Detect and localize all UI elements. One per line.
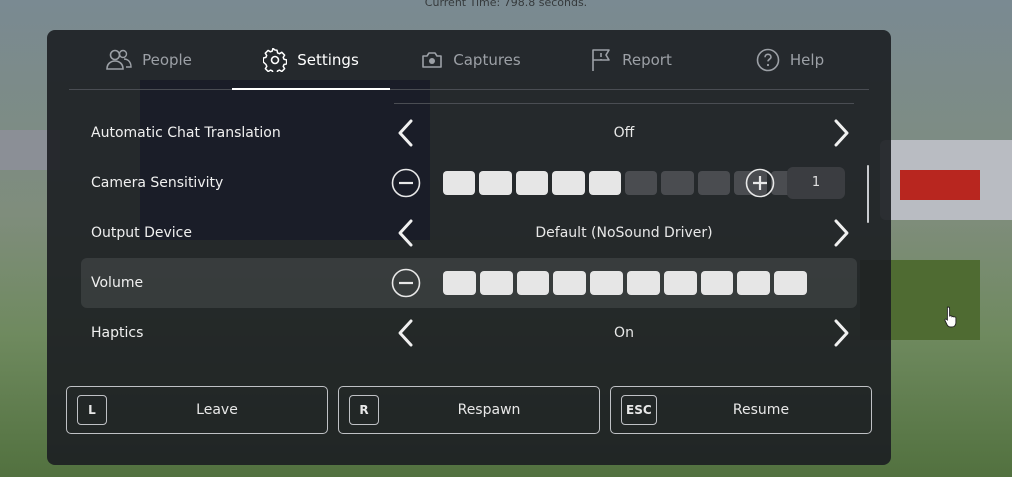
tab-help-label: Help [789,50,825,69]
volume-segment[interactable] [553,271,587,295]
tab-people[interactable]: People [69,30,229,89]
sensitivity-segment[interactable] [479,171,512,195]
setting-row-output-device: Output Device Default (NoSound Driver) [81,208,857,258]
flag-icon [592,48,610,71]
haptics-label: Haptics [91,325,144,341]
tab-settings-label: Settings [297,50,359,69]
camera-icon [422,51,443,68]
settings-scrollbar[interactable] [867,165,869,223]
chevron-left-icon[interactable] [391,117,423,149]
resume-label: Resume [732,402,790,418]
setting-row-haptics: Haptics On [81,308,857,358]
help-icon [756,48,780,71]
volume-segment[interactable] [443,271,476,295]
sensitivity-segment[interactable] [697,171,731,195]
resume-button[interactable]: ESC Resume [610,386,872,434]
respawn-button[interactable]: R Respawn [338,386,600,434]
volume-segment[interactable] [774,271,807,295]
respawn-key-hint: R [349,395,379,425]
volume-slider[interactable] [443,271,807,295]
volume-label: Volume [91,275,144,291]
chevron-right-icon[interactable] [824,217,856,249]
camera-sensitivity-label: Camera Sensitivity [91,175,224,191]
respawn-label: Respawn [457,402,521,418]
sensitivity-segment[interactable] [552,171,585,195]
setting-row-volume: Volume [81,258,857,308]
gear-icon [263,47,288,72]
sensitivity-segment[interactable] [661,171,694,195]
sensitivity-segment[interactable] [515,171,549,195]
leave-label: Leave [196,402,238,418]
volume-segment[interactable] [737,271,771,295]
minus-circle-icon[interactable] [391,268,421,298]
active-tab-underline [232,88,390,90]
tab-people-label: People [142,50,192,69]
tab-settings[interactable]: Settings [232,30,390,89]
sensitivity-segment[interactable] [443,171,476,195]
volume-segment[interactable] [663,271,697,295]
volume-segment[interactable] [590,271,623,295]
volume-segment[interactable] [479,271,513,295]
camera-sensitivity-input[interactable]: 1 [787,167,845,199]
tab-captures-label: Captures [453,50,521,69]
current-time-hint: Current Time: 798.8 seconds. [424,0,588,9]
settings-menu-panel: People Settings Captures Report Help Aut… [47,30,891,465]
tab-captures[interactable]: Captures [391,30,551,89]
sensitivity-segment[interactable] [624,171,658,195]
leave-button[interactable]: L Leave [66,386,328,434]
volume-segment[interactable] [700,271,734,295]
tab-divider [69,89,869,90]
output-device-value: Default (NoSound Driver) [535,225,713,241]
list-top-divider [394,103,854,104]
chat-translation-value: Off [613,125,635,141]
tab-report-label: Report [622,50,672,69]
chevron-left-icon[interactable] [391,317,423,349]
tab-report[interactable]: Report [551,30,711,89]
tab-help[interactable]: Help [711,30,869,89]
setting-row-camera-sensitivity: Camera Sensitivity 1 [81,158,857,208]
chevron-right-icon[interactable] [824,117,856,149]
tab-bar: People Settings Captures Report Help [69,30,869,90]
chevron-right-icon[interactable] [824,317,856,349]
setting-row-chat-translation: Automatic Chat Translation Off [81,108,857,158]
people-icon [106,49,132,70]
chat-translation-label: Automatic Chat Translation [91,125,281,141]
output-device-label: Output Device [91,225,192,241]
plus-circle-icon[interactable] [745,168,775,198]
haptics-value: On [614,325,634,341]
volume-segment[interactable] [626,271,660,295]
sensitivity-segment[interactable] [588,171,621,195]
volume-segment[interactable] [516,271,550,295]
chevron-left-icon[interactable] [391,217,423,249]
leave-key-hint: L [77,395,107,425]
minus-circle-icon[interactable] [391,168,421,198]
mouse-cursor-icon [944,306,957,328]
